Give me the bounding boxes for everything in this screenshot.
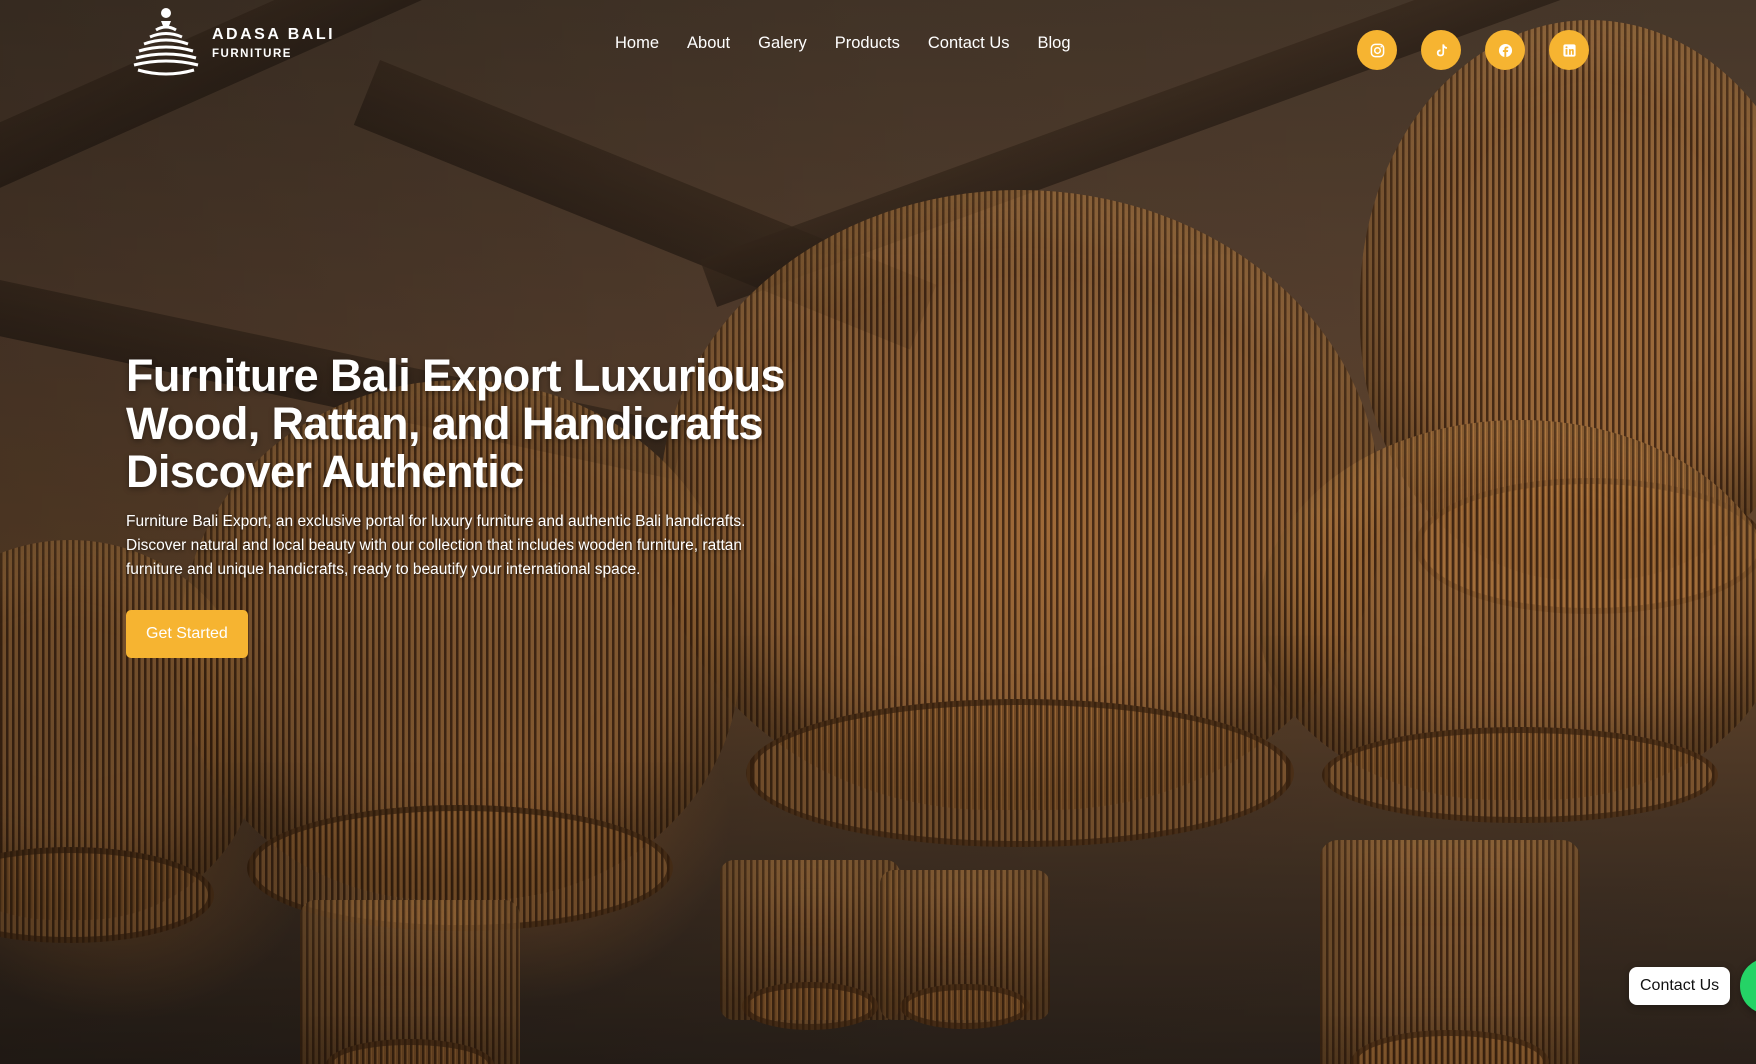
hero-title: Furniture Bali Export Luxurious Wood, Ra… bbox=[126, 350, 786, 497]
facebook-button[interactable] bbox=[1485, 30, 1525, 70]
nav-item-products[interactable]: Products bbox=[835, 34, 900, 53]
nav-item-galery[interactable]: Galery bbox=[758, 34, 807, 53]
logo-text: ADASA BALI FURNITURE bbox=[212, 24, 335, 60]
nav-item-contact-us[interactable]: Contact Us bbox=[928, 34, 1010, 53]
linkedin-button[interactable] bbox=[1549, 30, 1589, 70]
nav-item-blog[interactable]: Blog bbox=[1038, 34, 1071, 53]
get-started-button[interactable]: Get Started bbox=[126, 610, 248, 658]
main-nav: Home About Galery Products Contact Us Bl… bbox=[615, 34, 1099, 53]
hero-content: Furniture Bali Export Luxurious Wood, Ra… bbox=[126, 352, 806, 658]
tiktok-icon bbox=[1436, 43, 1447, 56]
brand-name: ADASA BALI bbox=[212, 26, 336, 43]
facebook-icon bbox=[1498, 43, 1512, 57]
instagram-icon bbox=[1370, 43, 1384, 57]
brand-tagline: FURNITURE bbox=[212, 48, 292, 60]
instagram-button[interactable] bbox=[1357, 30, 1397, 70]
linkedin-icon bbox=[1562, 43, 1576, 57]
logo-mark-icon bbox=[133, 8, 199, 76]
nav-item-about[interactable]: About bbox=[687, 34, 730, 53]
site-header: ADASA BALI FURNITURE Home About Galery P… bbox=[0, 0, 1756, 100]
floating-contact-button[interactable]: Contact Us bbox=[1629, 967, 1731, 1005]
social-links bbox=[1357, 30, 1589, 70]
hero-description: Furniture Bali Export, an exclusive port… bbox=[126, 513, 746, 578]
tiktok-button[interactable] bbox=[1421, 30, 1461, 70]
brand-logo[interactable]: ADASA BALI FURNITURE bbox=[128, 4, 335, 80]
hero-section: ADASA BALI FURNITURE Home About Galery P… bbox=[0, 0, 1756, 1064]
nav-item-home[interactable]: Home bbox=[615, 34, 659, 53]
